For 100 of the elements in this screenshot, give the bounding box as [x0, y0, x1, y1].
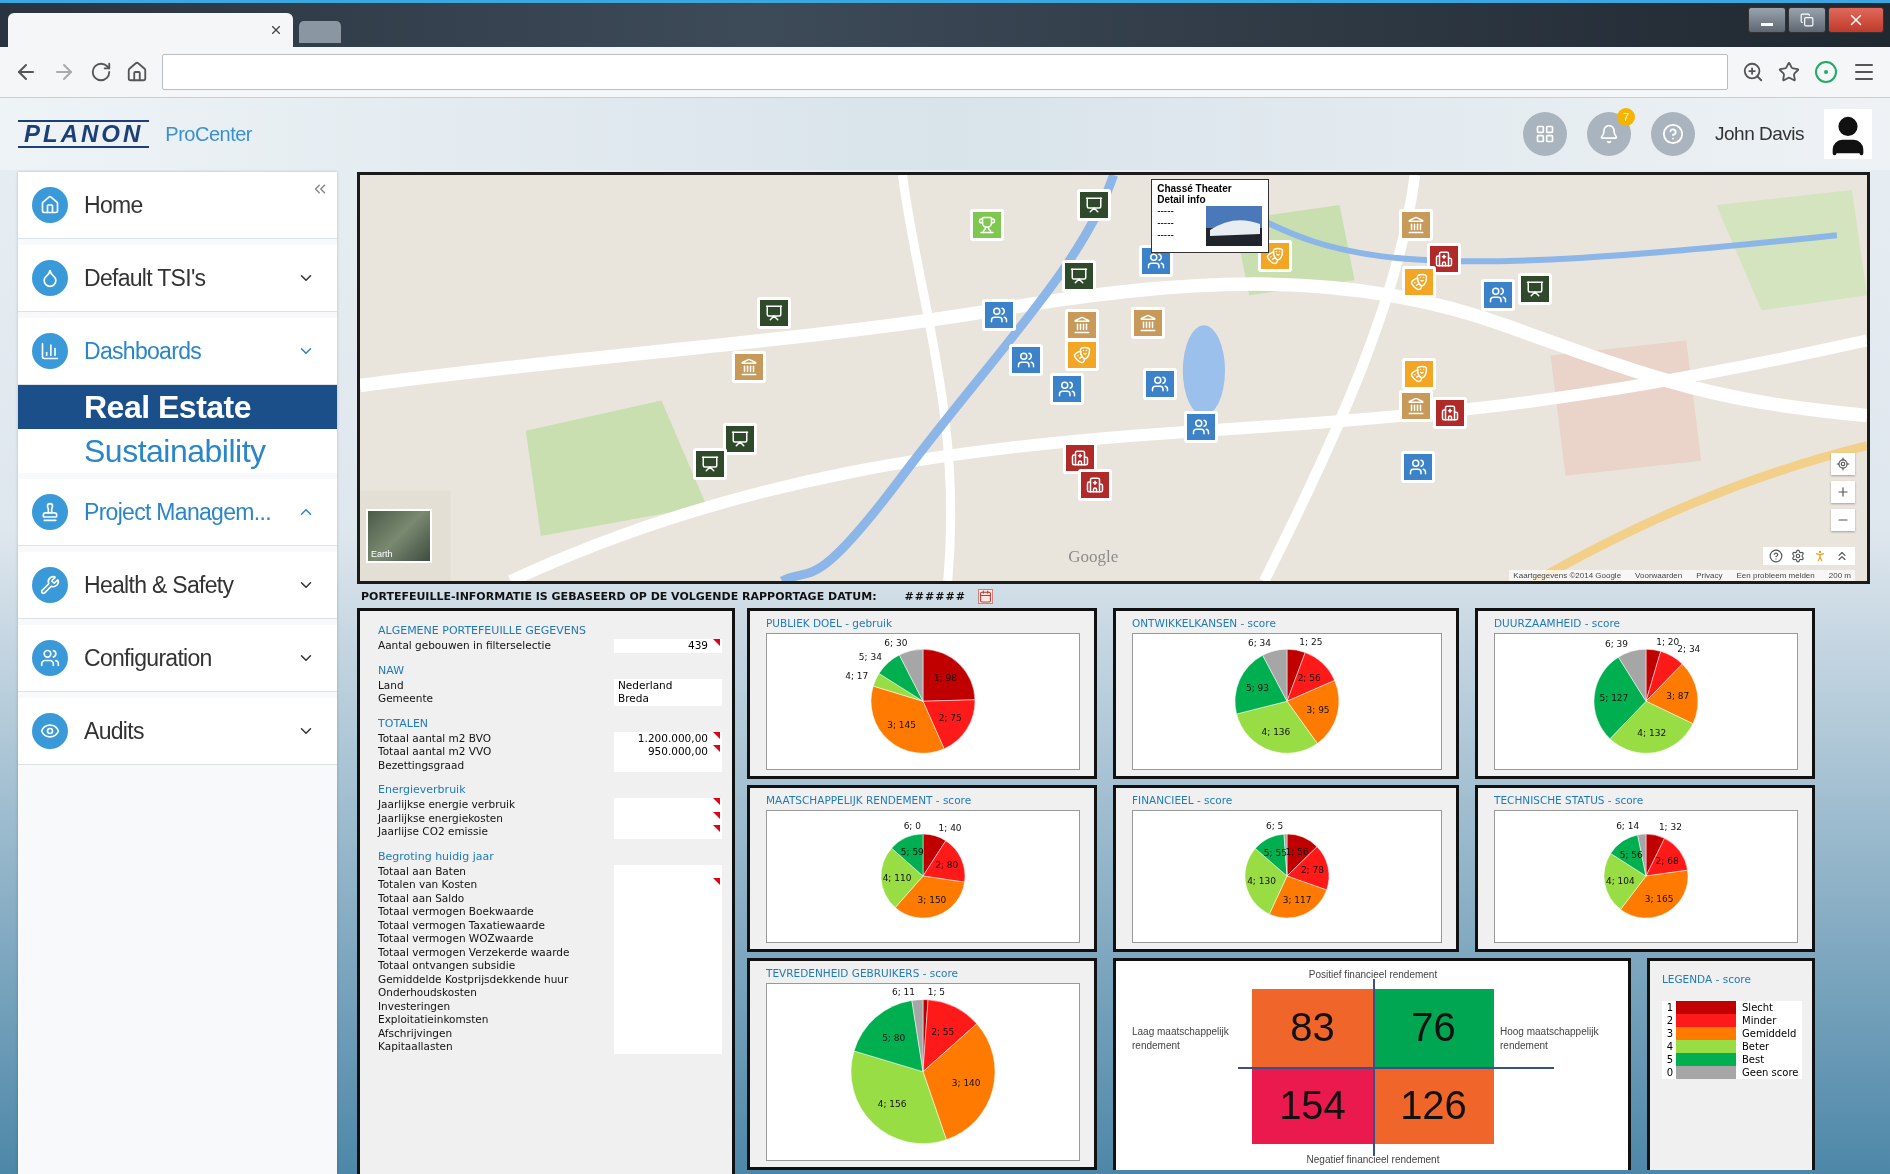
- field-label: Totaal vermogen Verzekerde waarde: [378, 945, 570, 959]
- legend-title: LEGENDA - score: [1662, 973, 1752, 985]
- slice-label: 2; 34: [1677, 644, 1701, 655]
- axis-label: Laag maatschappelijk rendement: [1131, 1025, 1230, 1053]
- legend-key: 4: [1662, 1040, 1676, 1053]
- slice-label: 3; 150: [917, 895, 947, 906]
- slice-label: 2; 55: [931, 1026, 955, 1037]
- field-value: 1.200.000,00: [614, 731, 722, 745]
- slice-label: 2; 80: [935, 860, 959, 871]
- chart-title: DUURZAAMHEID - score: [1494, 617, 1622, 629]
- logo: PLANON: [18, 120, 150, 148]
- slice-label: 6; 11: [891, 987, 915, 998]
- slice-label: 4; 156: [877, 1099, 907, 1110]
- section-heading: Begroting huidig jaar: [378, 848, 495, 865]
- legend-label: Slecht: [1741, 1001, 1775, 1014]
- field-value: 950.000,00: [614, 745, 722, 759]
- field-label: Land: [378, 678, 404, 692]
- slice-label: 5; 59: [900, 847, 924, 858]
- legend-label: Gemiddeld: [1741, 1027, 1798, 1040]
- slice-label: 4; 104: [1606, 876, 1635, 887]
- legend-key: 5: [1662, 1053, 1676, 1066]
- legend-label: Geen score: [1741, 1066, 1800, 1079]
- legend-key: 0: [1662, 1066, 1676, 1079]
- product-name: ProCenter: [165, 122, 252, 146]
- field-label: Totalen van Kosten: [378, 878, 478, 892]
- quadrant-value: 154: [1252, 1066, 1373, 1144]
- slice-label: 5; 93: [1246, 683, 1270, 694]
- chart-title: TEVREDENHEID GEBRUIKERS - score: [766, 967, 959, 979]
- quadrant-value: 126: [1373, 1066, 1494, 1144]
- field-value: 439: [614, 639, 722, 653]
- chart-title: FINANCIEEL - score: [1132, 794, 1234, 806]
- axis-label: Negatief financieel rendement: [1306, 1153, 1440, 1165]
- slice-label: 3; 87: [1666, 690, 1690, 701]
- field-label: Gemeente: [378, 692, 433, 706]
- slice-label: 5; 34: [858, 652, 882, 663]
- slice-label: 2; 56: [1297, 673, 1321, 684]
- field-label: Aantal gebouwen in filterselectie: [378, 639, 551, 653]
- legend-label: Best: [1741, 1053, 1766, 1066]
- slice-label: 5; 80: [882, 1033, 906, 1044]
- field-label: Exploitatieinkomsten: [378, 1013, 489, 1027]
- field-label: Gemiddelde Kostprijsdekkende huur: [378, 972, 569, 986]
- report-date-value: ######: [904, 589, 966, 603]
- field-label: Afschrijvingen: [378, 1026, 453, 1040]
- notification-badge: 7: [1617, 108, 1635, 126]
- slice-label: 6; 14: [1616, 821, 1640, 832]
- slice-label: 2; 75: [938, 713, 962, 724]
- legend-key: 2: [1662, 1014, 1676, 1027]
- slice-label: 6; 0: [903, 821, 921, 832]
- field-label: Totaal aan Saldo: [378, 891, 465, 905]
- chart-title: ONTWIKKELKANSEN - score: [1132, 617, 1277, 629]
- slice-label: 4; 132: [1637, 728, 1667, 739]
- slice-label: 6; 34: [1248, 638, 1272, 649]
- field-value: Breda: [614, 692, 722, 706]
- slice-label: 4; 110: [882, 873, 912, 884]
- chart-title: MAATSCHAPPELIJK RENDEMENT - score: [766, 794, 973, 806]
- field-label: Jaarlijse CO2 emissie: [378, 825, 488, 839]
- slice-label: 1; 25: [1299, 637, 1323, 648]
- slice-label: 3; 145: [887, 720, 916, 731]
- slice-label: 2; 68: [1655, 856, 1679, 867]
- slice-label: 1; 20: [1656, 637, 1680, 648]
- field-label: Totaal aan Baten: [378, 864, 467, 878]
- quadrant-value: 76: [1373, 989, 1494, 1067]
- section-heading: NAW: [378, 662, 406, 679]
- field-value: Nederland: [614, 678, 722, 692]
- field-label: Bezettingsgraad: [378, 758, 465, 772]
- slice-label: 6; 39: [1605, 638, 1628, 649]
- slice-label: 1; 40: [938, 823, 962, 834]
- field-label: Totaal vermogen WOZwaarde: [378, 932, 534, 946]
- field-label: Totaal aantal m2 VVO: [378, 745, 492, 759]
- section-heading: ALGEMENE PORTEFEUILLE GEGEVENS: [378, 623, 587, 639]
- slice-label: 4; 136: [1261, 726, 1291, 737]
- slice-label: 1; 5: [927, 987, 946, 998]
- axis-label: Positief financieel rendement: [1308, 968, 1438, 980]
- field-label: Investeringen: [378, 999, 451, 1013]
- field-label: Totaal aantal m2 BVO: [378, 731, 491, 745]
- slice-label: 4; 17: [845, 671, 869, 682]
- field-label: Jaarlijkse energiekosten: [378, 811, 503, 825]
- slice-label: 1; 32: [1658, 822, 1682, 833]
- axis-label: Hoog maatschappelijk rendement: [1499, 1025, 1600, 1053]
- slice-label: 5; 127: [1599, 693, 1629, 704]
- slice-label: 6; 30: [884, 638, 908, 649]
- chart-title: TECHNISCHE STATUS - score: [1494, 794, 1645, 806]
- field-label: Onderhoudskosten: [378, 986, 477, 1000]
- chart-title: PUBLIEK DOEL - gebruik: [766, 617, 894, 629]
- slice-label: 3; 165: [1644, 894, 1674, 904]
- field-label: Jaarlijkse energie verbruik: [378, 798, 516, 812]
- report-date-label: PORTEFEUILLE-INFORMATIE IS GEBASEERD OP DE VOLGENDE RAPPORTAGE DATUM:: [361, 589, 877, 603]
- legend-key: 1: [1662, 1001, 1676, 1014]
- field-label: Totaal vermogen Taxatiewaarde: [378, 918, 545, 932]
- slice-label: 1; 98: [933, 673, 957, 684]
- field-label: Totaal ontvangen subsidie: [378, 959, 516, 973]
- slice-label: 3; 95: [1306, 705, 1330, 716]
- slice-label: 2; 78: [1300, 865, 1324, 876]
- legend-label: Beter: [1741, 1040, 1771, 1053]
- field-label: Totaal vermogen Boekwaarde: [378, 905, 534, 919]
- slice-label: 5; 56: [1619, 850, 1643, 861]
- field-label: Kapitaallasten: [378, 1040, 453, 1054]
- section-heading: Energieverbruik: [378, 782, 467, 798]
- slice-label: 3; 140: [951, 1078, 981, 1089]
- quadrant-value: 83: [1252, 989, 1373, 1067]
